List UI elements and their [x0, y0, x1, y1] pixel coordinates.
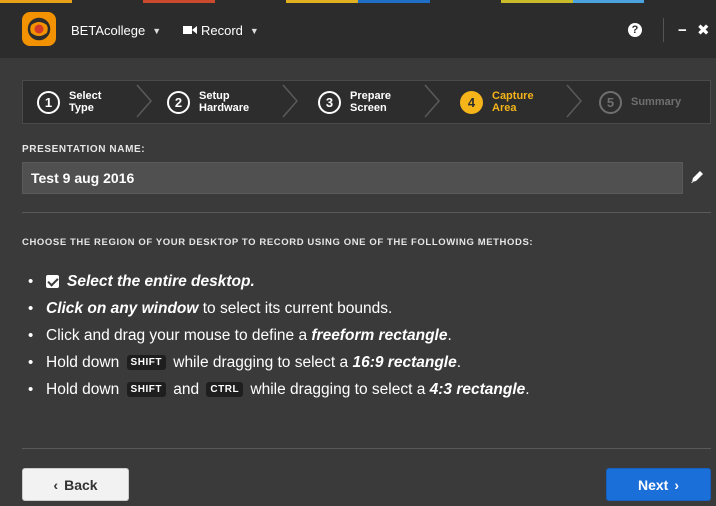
app-menu-label: BETAcollege [71, 23, 146, 38]
step-number: 2 [167, 90, 190, 114]
step-summary: 5 Summary [599, 81, 681, 123]
minimize-icon[interactable]: − [678, 22, 687, 39]
record-menu-label: Record [201, 23, 243, 38]
method-click-window: • Click on any window to select its curr… [28, 299, 393, 318]
chevron-right-icon [136, 84, 152, 118]
shift-key-badge: SHIFT [126, 355, 166, 370]
step-select-type[interactable]: 1 Select Type [37, 81, 119, 123]
step-number: 3 [318, 90, 341, 114]
back-button[interactable]: ‹ Back [22, 468, 129, 501]
method-16-9-rectangle: • Hold down SHIFT while dragging to sele… [28, 353, 462, 372]
step-number: 5 [599, 90, 622, 114]
shift-key-badge: SHIFT [126, 382, 166, 397]
caret-down-icon: ▼ [152, 25, 162, 36]
step-setup-hardware[interactable]: 2 Setup Hardware [167, 81, 249, 123]
footer-divider [22, 448, 711, 449]
region-methods-label: CHOOSE THE REGION OF YOUR DESKTOP TO REC… [22, 237, 534, 248]
section-divider [22, 212, 711, 213]
chevron-right-icon: › [674, 476, 680, 493]
step-label: Prepare Screen [350, 90, 391, 114]
step-capture-area[interactable]: 4 Capture Area [460, 81, 542, 123]
ctrl-key-badge: CTRL [206, 382, 244, 397]
caret-down-icon: ▼ [249, 25, 259, 36]
step-label: Setup Hardware [199, 90, 250, 114]
close-icon[interactable]: ✖ [697, 21, 710, 39]
step-label: Select Type [69, 90, 102, 114]
method-4-3-rectangle: • Hold down SHIFT and CTRL while draggin… [28, 380, 530, 399]
chevron-right-icon [282, 84, 298, 118]
app-logo-icon [22, 12, 56, 46]
help-icon[interactable]: ? [628, 23, 642, 37]
method-entire-desktop[interactable]: • Select the entire desktop. [28, 268, 708, 295]
presentation-name-label: PRESENTATION NAME: [22, 144, 146, 155]
chevron-left-icon: ‹ [53, 476, 59, 493]
title-bar: BETAcollege ▼ Record ▼ ? − ✖ [0, 3, 716, 58]
app-menu[interactable]: BETAcollege ▼ [71, 23, 161, 38]
wizard-stepper: 1 Select Type 2 Setup Hardware 3 Prepare Sc… [22, 80, 711, 124]
camera-icon [183, 23, 197, 38]
titlebar-divider [663, 18, 664, 42]
capture-methods-list: • Select the entire desktop. • Click on … [28, 268, 708, 403]
checkbox-checked-icon[interactable] [46, 275, 59, 288]
chevron-right-icon [424, 84, 440, 118]
step-number: 4 [460, 90, 483, 114]
next-button[interactable]: Next › [606, 468, 711, 501]
step-number: 1 [37, 90, 60, 114]
method-freeform-rectangle: • Click and drag your mouse to define a … [28, 326, 452, 345]
chevron-right-icon [566, 84, 582, 118]
step-prepare-screen[interactable]: 3 Prepare Screen [318, 81, 400, 123]
presentation-name-field[interactable]: Test 9 aug 2016 [22, 162, 683, 194]
record-menu[interactable]: Record ▼ [183, 23, 259, 38]
step-label: Summary [631, 96, 682, 108]
pencil-icon[interactable] [689, 169, 705, 185]
step-label: Capture Area [492, 90, 534, 114]
